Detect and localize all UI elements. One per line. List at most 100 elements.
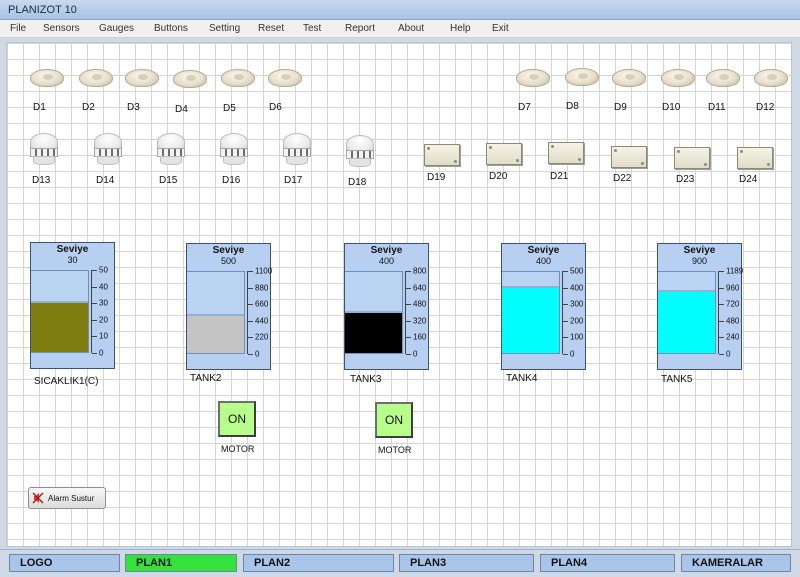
menu-about[interactable]: About	[398, 23, 424, 34]
menu-report[interactable]: Report	[345, 23, 375, 34]
menu-test[interactable]: Test	[303, 23, 321, 34]
motor-on-button[interactable]: ON	[375, 402, 413, 438]
menu-reset[interactable]: Reset	[258, 23, 284, 34]
detector-label: D2	[82, 102, 95, 113]
scale-label: 240	[726, 332, 740, 342]
scale-tick	[406, 337, 411, 339]
scale-tick	[563, 304, 568, 306]
panel-device-icon[interactable]	[674, 147, 710, 169]
panel-device-icon[interactable]	[737, 147, 773, 169]
scale-tick	[406, 304, 411, 306]
dome-detector-icon[interactable]	[78, 67, 114, 89]
level-gauge-tank2[interactable]: Seviye 500 1100 880 660 440 220 0	[186, 243, 273, 370]
gauge-header: Seviye	[370, 245, 403, 256]
scale-label: 440	[255, 316, 269, 326]
menu-buttons[interactable]: Buttons	[154, 23, 188, 34]
dome-detector-icon[interactable]	[611, 67, 647, 89]
gauge-fill	[658, 291, 715, 353]
dome-detector-icon[interactable]	[705, 67, 741, 89]
gauge-name: TANK4	[506, 373, 538, 384]
tab-plan3[interactable]: PLAN3	[399, 554, 534, 572]
gauge-value: 400	[535, 256, 552, 266]
scale-tick	[92, 286, 97, 288]
level-gauge-tank4[interactable]: Seviye 400 500 400 300 200 100 0	[501, 243, 586, 370]
scale-label: 1100	[255, 266, 273, 276]
scale-tick	[563, 337, 568, 339]
detector-label: D15	[159, 175, 178, 186]
menu-gauges[interactable]: Gauges	[99, 23, 134, 34]
dome-detector-icon[interactable]	[267, 67, 303, 89]
tab-plan2[interactable]: PLAN2	[243, 554, 394, 572]
scale-tick	[563, 320, 568, 322]
scale-tick	[92, 303, 97, 305]
dome-detector-icon[interactable]	[220, 67, 256, 89]
detector-label: D24	[739, 174, 758, 185]
smoke-detector-icon[interactable]	[155, 133, 187, 167]
smoke-detector-icon[interactable]	[92, 133, 124, 167]
gauge-name: TANK2	[190, 373, 222, 384]
gauge-vessel	[502, 271, 560, 354]
detector-label: D10	[662, 102, 681, 113]
mute-alarm-icon	[32, 492, 44, 504]
smoke-detector-icon[interactable]	[28, 133, 60, 167]
window-title: PLANIZOT 10	[8, 4, 77, 16]
tab-logo[interactable]: LOGO	[9, 554, 120, 572]
gauge-fill-line	[345, 310, 402, 313]
detector-label: D19	[427, 172, 446, 183]
detector-label: D6	[269, 102, 282, 113]
scale-label: 0	[570, 349, 575, 359]
panel-device-icon[interactable]	[548, 142, 584, 164]
dome-detector-icon[interactable]	[172, 68, 208, 90]
smoke-detector-icon[interactable]	[218, 133, 250, 167]
plan-tab-bar: LOGO PLAN1 PLAN2 PLAN3 PLAN4 KAMERALAR	[0, 549, 800, 577]
panel-device-icon[interactable]	[611, 146, 647, 168]
gauge-value: 500	[220, 256, 237, 266]
gauge-scale: 800 640 480 320 160 0	[405, 267, 429, 359]
scale-tick	[719, 337, 724, 339]
tab-plan4[interactable]: PLAN4	[540, 554, 675, 572]
detector-label: D21	[550, 171, 569, 182]
scale-tick	[406, 320, 411, 322]
detector-label: D20	[489, 171, 508, 182]
scale-label: 960	[726, 283, 740, 293]
alarm-silence-label: Alarm Sustur	[48, 493, 95, 503]
dome-detector-icon[interactable]	[564, 66, 600, 88]
app-window: PLANIZOT 10 File Sensors Gauges Buttons …	[0, 0, 800, 577]
panel-device-icon[interactable]	[486, 143, 522, 165]
scale-label: 100	[570, 332, 584, 342]
menu-file[interactable]: File	[10, 23, 26, 34]
scale-label: 640	[413, 283, 427, 293]
dome-detector-icon[interactable]	[515, 67, 551, 89]
gauge-header: Seviye	[527, 245, 560, 256]
menu-setting[interactable]: Setting	[209, 23, 240, 34]
scale-tick	[719, 304, 724, 306]
dome-detector-icon[interactable]	[660, 67, 696, 89]
tab-kameralar[interactable]: KAMERALAR	[681, 554, 791, 572]
motor-on-button[interactable]: ON	[218, 401, 256, 437]
menu-help[interactable]: Help	[450, 23, 471, 34]
detector-label: D17	[284, 175, 303, 186]
gauge-fill	[502, 288, 559, 353]
motor-label: MOTOR	[378, 445, 412, 455]
smoke-detector-icon[interactable]	[281, 133, 313, 167]
scale-label: 50	[99, 265, 108, 275]
level-gauge-sicaklik1[interactable]: Seviye 30 50 40 30 20 10 0	[30, 242, 115, 369]
gauge-fill-line	[187, 314, 244, 317]
tab-plan1[interactable]: PLAN1	[125, 554, 237, 572]
scale-label: 160	[413, 332, 427, 342]
menu-sensors[interactable]: Sensors	[43, 23, 80, 34]
dome-detector-icon[interactable]	[124, 67, 160, 89]
panel-device-icon[interactable]	[424, 144, 460, 166]
level-gauge-tank5[interactable]: Seviye 900 1189 960 720 480 240 0	[657, 243, 743, 370]
level-gauge-tank3[interactable]: Seviye 400 800 640 480 320 160 0	[344, 243, 429, 370]
alarm-silence-button[interactable]: Alarm Sustur	[28, 487, 106, 509]
detector-label: D23	[676, 174, 695, 185]
scale-label: 320	[413, 316, 427, 326]
detector-label: D9	[614, 102, 627, 113]
dome-detector-icon[interactable]	[29, 67, 65, 89]
smoke-detector-icon[interactable]	[344, 135, 376, 169]
menu-exit[interactable]: Exit	[492, 23, 509, 34]
dome-detector-icon[interactable]	[753, 67, 789, 89]
scale-label: 400	[570, 283, 584, 293]
detector-label: D18	[348, 177, 367, 188]
